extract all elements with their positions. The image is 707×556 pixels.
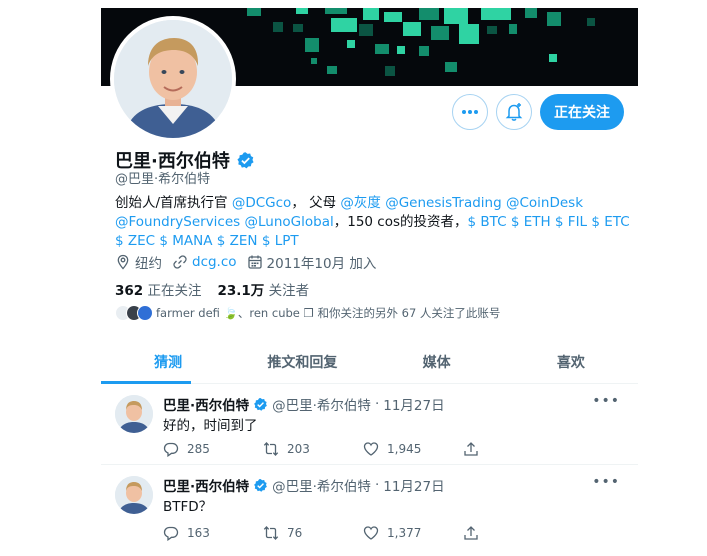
verified-badge-icon xyxy=(254,478,268,492)
link-icon xyxy=(173,255,187,269)
tweet-actions: 163 76 1,377 xyxy=(163,525,563,541)
bio-text: 创始人/首席执行官 xyxy=(115,195,232,211)
profile-page: 正在关注 巴里·西尔伯特 @巴里·希尔伯特 创始人/首席执行官 @DCGco， … xyxy=(101,8,638,556)
join-date: 2011年10月 加入 xyxy=(247,252,377,272)
reply-button[interactable]: 163 xyxy=(163,525,263,541)
tweet-more-button[interactable]: ••• xyxy=(592,393,620,409)
more-icon xyxy=(462,110,478,114)
join-date-text: 2011年10月 加入 xyxy=(266,256,377,272)
share-button[interactable] xyxy=(463,525,563,541)
tweet-avatar[interactable] xyxy=(115,395,153,433)
bio-link-dcg[interactable]: @DCGco xyxy=(232,195,291,211)
retweet-icon xyxy=(263,442,279,456)
like-count: 1,945 xyxy=(387,442,422,456)
notify-button[interactable] xyxy=(496,94,532,130)
website-link[interactable]: dcg.co xyxy=(192,254,237,270)
verified-badge-icon xyxy=(254,397,268,411)
location-pin-icon xyxy=(117,254,129,270)
tab-tweets-replies[interactable]: 推文和回复 xyxy=(235,340,369,383)
reply-count: 163 xyxy=(187,526,210,540)
profile-avatar[interactable] xyxy=(110,16,236,142)
tweet-header: 巴里·西尔伯特 @巴里·希尔伯特 · 11月27日 xyxy=(163,394,445,414)
retweet-button[interactable]: 76 xyxy=(263,525,363,541)
bio-link-foundry[interactable]: @FoundryServices xyxy=(115,214,240,230)
tweet-date[interactable]: 11月27日 xyxy=(383,475,444,495)
reply-count: 285 xyxy=(187,442,210,456)
follow-stats: 362 正在关注 23.1万 关注者 xyxy=(115,279,309,299)
profile-handle: @巴里·希尔伯特 xyxy=(115,172,211,187)
tweet-author-handle[interactable]: @巴里·希尔伯特 xyxy=(272,475,371,495)
tweet-author-handle[interactable]: @巴里·希尔伯特 xyxy=(272,394,371,414)
tweet-separator: · xyxy=(374,477,380,493)
bell-plus-icon xyxy=(505,103,523,121)
bio-text: ，150 cos的投资者， xyxy=(333,214,468,230)
tweet[interactable]: 巴里·西尔伯特 @巴里·希尔伯特 · 11月27日 ••• BTFD？ 163 … xyxy=(101,466,638,556)
retweet-button[interactable]: 203 xyxy=(263,441,363,457)
bio-link-genesis[interactable]: @GenesisTrading xyxy=(385,195,501,211)
retweet-count: 76 xyxy=(287,526,303,540)
like-button[interactable]: 1,377 xyxy=(363,525,463,541)
tweet-author-name[interactable]: 巴里·西尔伯特 xyxy=(163,475,249,495)
retweet-count: 203 xyxy=(287,442,310,456)
share-button[interactable] xyxy=(463,441,563,457)
bio-link-coindesk[interactable]: @CoinDesk xyxy=(506,195,583,211)
profile-meta: 纽约 dcg.co 2011年10月 加入 xyxy=(115,252,386,272)
bio-link-grayscale[interactable]: @灰度 xyxy=(340,195,381,211)
reply-button[interactable]: 285 xyxy=(163,441,263,457)
tweet[interactable]: 巴里·西尔伯特 @巴里·希尔伯特 · 11月27日 ••• 好的，时间到了 28… xyxy=(101,385,638,465)
share-icon xyxy=(464,442,478,456)
tweet-more-button[interactable]: ••• xyxy=(592,474,620,490)
mutual-followers[interactable]: farmer defi 🍃、ren cube ❒ 和你关注的另外 67 人关注了… xyxy=(115,305,500,321)
tweet-author-name[interactable]: 巴里·西尔伯特 xyxy=(163,394,249,414)
tweet-text: 好的，时间到了 xyxy=(163,418,258,434)
reply-icon xyxy=(163,442,179,457)
website[interactable]: dcg.co xyxy=(172,254,237,270)
tab-tweets[interactable]: 猜测 xyxy=(101,340,235,384)
reply-icon xyxy=(163,526,179,541)
bio-text: ， 父母 xyxy=(291,195,341,211)
heart-icon xyxy=(363,442,379,456)
followers-label: 关注者 xyxy=(268,283,310,299)
following-label: 正在关注 xyxy=(147,283,202,299)
tab-media[interactable]: 媒体 xyxy=(370,340,504,383)
like-button[interactable]: 1,945 xyxy=(363,441,463,457)
following-count: 362 xyxy=(115,283,144,299)
more-options-button[interactable] xyxy=(452,94,488,130)
tweet-separator: · xyxy=(374,396,380,412)
location-text: 纽约 xyxy=(135,256,162,272)
tweet-actions: 285 203 1,945 xyxy=(163,441,563,457)
profile-photo xyxy=(114,20,232,138)
tweet-avatar[interactable] xyxy=(115,476,153,514)
following-button[interactable]: 正在关注 xyxy=(540,94,624,130)
followers-count: 23.1万 xyxy=(217,283,265,299)
calendar-icon xyxy=(247,255,262,269)
like-count: 1,377 xyxy=(387,526,422,540)
mutual-avatar xyxy=(137,305,153,321)
tweet-date[interactable]: 11月27日 xyxy=(383,394,444,414)
profile-tabs: 猜测 推文和回复 媒体 喜欢 xyxy=(101,340,638,384)
tweet-text: BTFD？ xyxy=(163,499,213,515)
share-icon xyxy=(464,526,478,540)
location: 纽约 xyxy=(115,252,162,272)
followers-stat[interactable]: 23.1万 关注者 xyxy=(217,279,309,299)
retweet-icon xyxy=(263,526,279,540)
mutual-avatars xyxy=(115,305,153,321)
bio-link-luno[interactable]: @LunoGlobal xyxy=(245,214,334,230)
following-stat[interactable]: 362 正在关注 xyxy=(115,279,201,299)
verified-badge-icon xyxy=(237,151,254,168)
tab-likes[interactable]: 喜欢 xyxy=(504,340,638,383)
mutual-followers-text: farmer defi 🍃、ren cube ❒ 和你关注的另外 67 人关注了… xyxy=(156,306,501,320)
heart-icon xyxy=(363,526,379,540)
tweet-header: 巴里·西尔伯特 @巴里·希尔伯特 · 11月27日 xyxy=(163,475,445,495)
profile-bio: 创始人/首席执行官 @DCGco， 父母 @灰度 @GenesisTrading… xyxy=(115,194,630,251)
